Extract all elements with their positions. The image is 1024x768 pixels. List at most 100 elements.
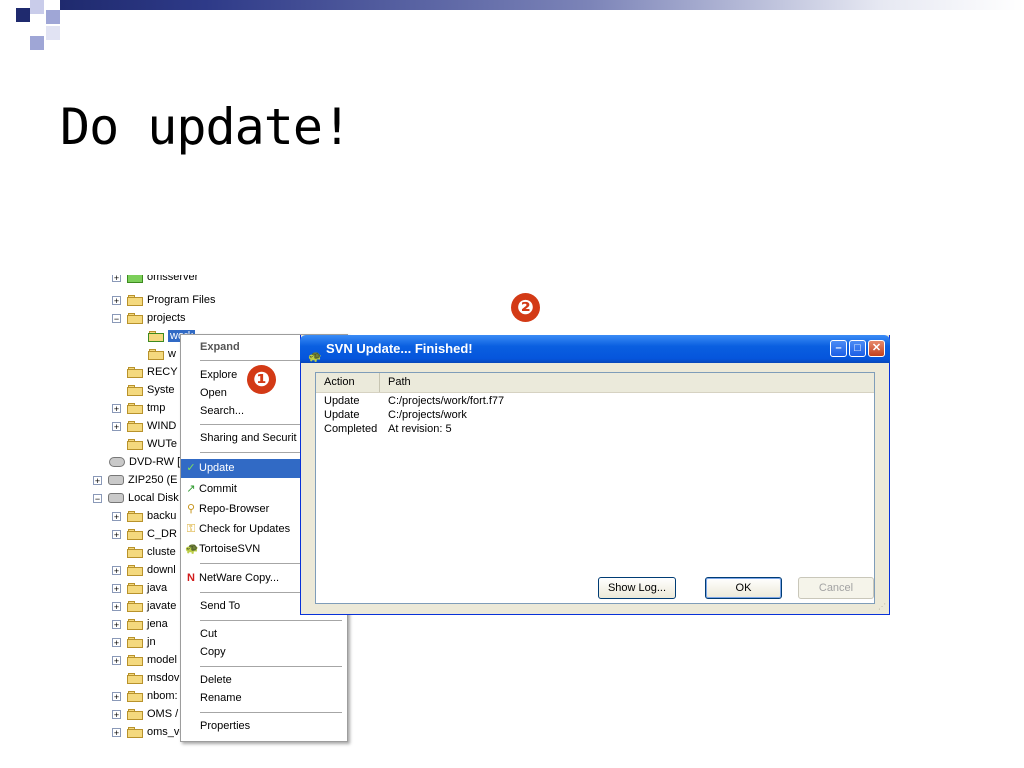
tree-item[interactable]: RECY — [127, 364, 178, 380]
expand-icon[interactable]: + — [112, 421, 121, 431]
tree-item[interactable]: WUTe — [127, 436, 177, 452]
tree-item[interactable]: + backu — [112, 508, 176, 524]
folder-icon — [127, 618, 143, 630]
repo-browser-icon: ⚲ — [186, 503, 196, 515]
title-bar-decoration — [60, 0, 1024, 10]
tree-item[interactable]: + tmp — [112, 400, 165, 416]
menu-item-properties[interactable]: Properties — [181, 717, 345, 736]
menu-separator — [200, 620, 342, 621]
row-action: Update — [324, 409, 360, 421]
tree-item[interactable]: DVD-RW [ — [109, 454, 180, 470]
expand-icon[interactable]: + — [112, 529, 121, 539]
expand-icon[interactable]: + — [112, 691, 121, 701]
row-action: Update — [324, 395, 360, 407]
folder-icon — [127, 672, 143, 684]
folder-icon — [127, 708, 143, 720]
tree-item[interactable]: + java — [112, 580, 167, 596]
resize-grip-icon[interactable]: ⋰ — [878, 602, 886, 611]
corner-square-pale — [46, 26, 60, 40]
expand-icon[interactable]: + — [112, 403, 121, 413]
tree-item[interactable]: + nbom: — [112, 688, 178, 704]
expand-icon[interactable]: + — [112, 295, 121, 305]
folder-icon — [127, 600, 143, 612]
dvd-drive-icon — [109, 457, 125, 468]
zip-drive-icon — [108, 475, 124, 486]
menu-item-rename[interactable]: Rename — [181, 689, 345, 708]
row-path: C:/projects/work — [388, 409, 467, 421]
list-header: Action Path — [316, 373, 874, 393]
tree-item[interactable]: + OMS / — [112, 706, 178, 722]
show-log-button[interactable]: Show Log... — [598, 577, 676, 599]
folder-icon — [127, 294, 143, 306]
step-badge-2: ❷ — [511, 293, 540, 322]
tree-item[interactable]: + Program Files — [112, 292, 215, 308]
folder-icon — [127, 690, 143, 702]
folder-icon — [127, 564, 143, 576]
tree-item[interactable]: + javate — [112, 598, 176, 614]
menu-separator — [200, 666, 342, 667]
maximize-icon[interactable]: □ — [849, 340, 866, 357]
folder-icon — [127, 726, 143, 738]
minimize-icon[interactable]: – — [830, 340, 847, 357]
ok-button[interactable]: OK — [705, 577, 782, 599]
tree-item[interactable]: Syste — [127, 382, 175, 398]
tree-item[interactable]: msdov — [127, 670, 179, 686]
folder-icon — [127, 275, 143, 283]
folder-icon — [127, 384, 143, 396]
expand-icon[interactable]: + — [112, 583, 121, 593]
dialog-title: SVN Update... Finished! — [326, 341, 473, 356]
cancel-button[interactable]: Cancel — [798, 577, 874, 599]
row-path: C:/projects/work/fort.f77 — [388, 395, 505, 407]
dialog-title-bar[interactable]: 🐢 SVN Update... Finished! – □ ✕ — [300, 335, 890, 363]
tree-item[interactable]: + WIND — [112, 418, 176, 434]
column-header-path[interactable]: Path — [380, 373, 874, 392]
collapse-icon[interactable]: − — [93, 493, 102, 503]
expand-icon[interactable]: + — [112, 655, 121, 665]
expand-icon[interactable]: + — [112, 709, 121, 719]
expand-icon[interactable]: + — [112, 619, 121, 629]
corner-square-light — [30, 0, 44, 14]
folder-icon — [127, 546, 143, 558]
tree-item[interactable]: cluste — [127, 544, 176, 560]
update-results-list[interactable]: Action Path Update C:/projects/work/fort… — [315, 372, 875, 604]
svn-folder-icon — [148, 330, 164, 342]
tree-item[interactable]: + model — [112, 652, 177, 668]
expand-icon[interactable]: + — [112, 601, 121, 611]
collapse-icon[interactable]: − — [112, 313, 121, 323]
tree-item[interactable]: + C_DR — [112, 526, 177, 542]
tree-item[interactable]: + downl — [112, 562, 176, 578]
hard-disk-icon — [108, 493, 124, 504]
tree-item[interactable]: + ZIP250 (E — [93, 472, 178, 488]
folder-icon — [127, 438, 143, 450]
close-icon[interactable]: ✕ — [868, 340, 885, 357]
check-updates-icon: ⚿ — [186, 523, 196, 535]
menu-item-delete[interactable]: Delete — [181, 671, 345, 690]
folder-icon — [127, 636, 143, 648]
tree-item[interactable]: + jena — [112, 616, 168, 632]
expand-icon[interactable]: + — [93, 475, 102, 485]
menu-item-copy[interactable]: Copy — [181, 643, 345, 662]
tortoise-icon: 🐢 — [185, 543, 199, 555]
tree-item[interactable]: − Local Disk — [93, 490, 179, 506]
expand-icon[interactable]: + — [112, 727, 121, 737]
menu-item-cut[interactable]: Cut — [181, 625, 345, 644]
tree-item[interactable]: w — [148, 346, 176, 362]
folder-icon — [127, 420, 143, 432]
folder-icon — [127, 366, 143, 378]
slide-title: Do update! — [60, 98, 352, 156]
tree-item[interactable]: + jn — [112, 634, 156, 650]
tree-item[interactable]: + omsserver — [112, 275, 198, 285]
expand-icon[interactable]: + — [112, 637, 121, 647]
tree-item[interactable]: − projects — [112, 310, 186, 326]
expand-icon[interactable]: + — [112, 565, 121, 575]
step-badge-1: ❶ — [247, 365, 276, 394]
row-action: Completed — [324, 423, 378, 435]
expand-icon[interactable]: + — [112, 511, 121, 521]
folder-icon — [127, 528, 143, 540]
update-check-icon: ✓ — [186, 462, 196, 474]
folder-icon — [127, 402, 143, 414]
commit-arrow-icon: ↗ — [186, 483, 196, 495]
svn-update-dialog[interactable]: 🐢 SVN Update... Finished! – □ ✕ Action P… — [300, 335, 890, 615]
expand-icon[interactable]: + — [112, 275, 121, 282]
column-header-action[interactable]: Action — [316, 373, 380, 392]
